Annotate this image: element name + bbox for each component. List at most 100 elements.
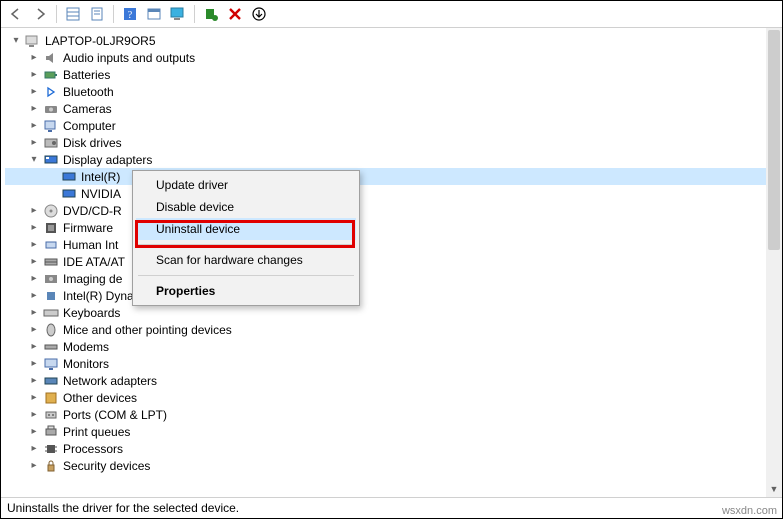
tree-root-label: LAPTOP-0LJR9OR5 xyxy=(45,34,156,48)
expand-icon[interactable]: ▸ xyxy=(27,442,41,456)
arrow-left-icon xyxy=(9,7,23,21)
collapse-icon[interactable]: ▾ xyxy=(27,153,41,167)
collapse-icon[interactable]: ▾ xyxy=(9,34,23,48)
tree-category[interactable]: ▸ Batteries xyxy=(5,66,766,83)
menu-separator xyxy=(138,275,354,276)
menu-item-disable-device[interactable]: Disable device xyxy=(136,196,356,218)
tree-category[interactable]: ▸ Bluetooth xyxy=(5,83,766,100)
expand-icon[interactable]: ▸ xyxy=(27,374,41,388)
processor-icon xyxy=(43,441,59,457)
modem-icon xyxy=(43,339,59,355)
expand-icon[interactable]: ▸ xyxy=(27,102,41,116)
tree-category[interactable]: ▸ Print queues xyxy=(5,423,766,440)
expand-icon[interactable]: ▸ xyxy=(27,340,41,354)
tree-category[interactable]: ▸ Computer xyxy=(5,117,766,134)
window-icon xyxy=(147,7,161,21)
tree-category[interactable]: ▸ Security devices xyxy=(5,457,766,474)
chip-icon xyxy=(43,288,59,304)
update-driver-button[interactable] xyxy=(248,3,270,25)
network-icon xyxy=(43,373,59,389)
tree-category[interactable]: ▸ IDE ATA/AT xyxy=(5,253,766,270)
tree-category[interactable]: ▸ Modems xyxy=(5,338,766,355)
scrollbar-thumb[interactable] xyxy=(768,30,780,250)
category-label: Disk drives xyxy=(63,136,122,150)
tree-category[interactable]: ▸ DVD/CD-R xyxy=(5,202,766,219)
display-adapter-icon xyxy=(61,169,77,185)
expand-icon[interactable]: ▸ xyxy=(27,238,41,252)
expand-icon[interactable]: ▸ xyxy=(27,85,41,99)
expand-icon[interactable]: ▸ xyxy=(27,425,41,439)
scroll-down-icon[interactable]: ▼ xyxy=(766,481,782,497)
menu-item-uninstall-device[interactable]: Uninstall device xyxy=(136,218,356,240)
forward-button[interactable] xyxy=(29,3,51,25)
expand-icon[interactable]: ▸ xyxy=(27,51,41,65)
expand-icon[interactable]: ▸ xyxy=(27,459,41,473)
category-label: Modems xyxy=(63,340,109,354)
tree-category[interactable]: ▸ Ports (COM & LPT) xyxy=(5,406,766,423)
tree-category[interactable]: ▸ Disk drives xyxy=(5,134,766,151)
device-label: Intel(R) xyxy=(81,170,120,184)
tree-category[interactable]: ▸ Other devices xyxy=(5,389,766,406)
help-button[interactable]: ? xyxy=(119,3,141,25)
tree-root[interactable]: ▾ LAPTOP-0LJR9OR5 xyxy=(5,32,766,49)
category-label: Human Int xyxy=(63,238,118,252)
category-label: Batteries xyxy=(63,68,110,82)
tree-device-intel[interactable]: ▸ Intel(R) xyxy=(5,168,766,185)
tree-category[interactable]: ▸ Firmware xyxy=(5,219,766,236)
expand-icon[interactable]: ▸ xyxy=(27,272,41,286)
context-menu: Update driver Disable device Uninstall d… xyxy=(132,170,360,306)
hid-icon xyxy=(43,237,59,253)
add-legacy-button[interactable] xyxy=(200,3,222,25)
category-label: Network adapters xyxy=(63,374,157,388)
svg-text:?: ? xyxy=(128,10,133,21)
expand-icon[interactable]: ▸ xyxy=(27,289,41,303)
expand-icon[interactable]: ▸ xyxy=(27,323,41,337)
menu-item-properties[interactable]: Properties xyxy=(136,280,356,302)
status-text: Uninstalls the driver for the selected d… xyxy=(7,501,239,515)
expand-icon[interactable]: ▸ xyxy=(27,221,41,235)
tree-category[interactable]: ▸ Keyboards xyxy=(5,304,766,321)
back-button[interactable] xyxy=(5,3,27,25)
tree-category[interactable]: ▸ Audio inputs and outputs xyxy=(5,49,766,66)
tree-category[interactable]: ▸ Network adapters xyxy=(5,372,766,389)
expand-icon[interactable]: ▸ xyxy=(27,204,41,218)
menu-item-scan-hardware[interactable]: Scan for hardware changes xyxy=(136,249,356,271)
menu-separator xyxy=(138,244,354,245)
expand-icon[interactable]: ▸ xyxy=(27,119,41,133)
properties-button[interactable] xyxy=(86,3,108,25)
scan-button[interactable] xyxy=(167,3,189,25)
tree-device-nvidia[interactable]: ▸ NVIDIA xyxy=(5,185,766,202)
toolbar-separator xyxy=(56,5,57,23)
tree-category-display[interactable]: ▾ Display adapters xyxy=(5,151,766,168)
arrow-right-icon xyxy=(33,7,47,21)
expand-icon[interactable]: ▸ xyxy=(27,357,41,371)
category-label: IDE ATA/AT xyxy=(63,255,125,269)
expand-icon[interactable]: ▸ xyxy=(27,255,41,269)
device-tree[interactable]: ▾ LAPTOP-0LJR9OR5 ▸ Audio inputs and out… xyxy=(1,28,766,497)
menu-item-label: Uninstall device xyxy=(156,222,240,236)
toolbar: ? xyxy=(1,1,782,28)
tree-category[interactable]: ▸ Imaging de xyxy=(5,270,766,287)
tree-category[interactable]: ▸ Human Int xyxy=(5,236,766,253)
category-label: Monitors xyxy=(63,357,109,371)
expand-icon[interactable]: ▸ xyxy=(27,136,41,150)
expand-icon[interactable]: ▸ xyxy=(27,391,41,405)
monitor-icon xyxy=(43,356,59,372)
expand-icon[interactable]: ▸ xyxy=(27,408,41,422)
tree-category[interactable]: ▸ Mice and other pointing devices xyxy=(5,321,766,338)
show-hidden-button[interactable] xyxy=(62,3,84,25)
tree-category[interactable]: ▸ Processors xyxy=(5,440,766,457)
vertical-scrollbar[interactable]: ▲ ▼ xyxy=(766,28,782,497)
tree-category[interactable]: ▸ Intel(R) Dynamic Platform and Thermal … xyxy=(5,287,766,304)
category-label: Processors xyxy=(63,442,123,456)
category-label: Display adapters xyxy=(63,153,152,167)
action-button[interactable] xyxy=(143,3,165,25)
expand-icon[interactable]: ▸ xyxy=(27,68,41,82)
expand-icon[interactable]: ▸ xyxy=(27,306,41,320)
tree-category[interactable]: ▸ Monitors xyxy=(5,355,766,372)
uninstall-button[interactable] xyxy=(224,3,246,25)
tree-category[interactable]: ▸ Cameras xyxy=(5,100,766,117)
menu-item-update-driver[interactable]: Update driver xyxy=(136,174,356,196)
category-label: Keyboards xyxy=(63,306,120,320)
other-devices-icon xyxy=(43,390,59,406)
